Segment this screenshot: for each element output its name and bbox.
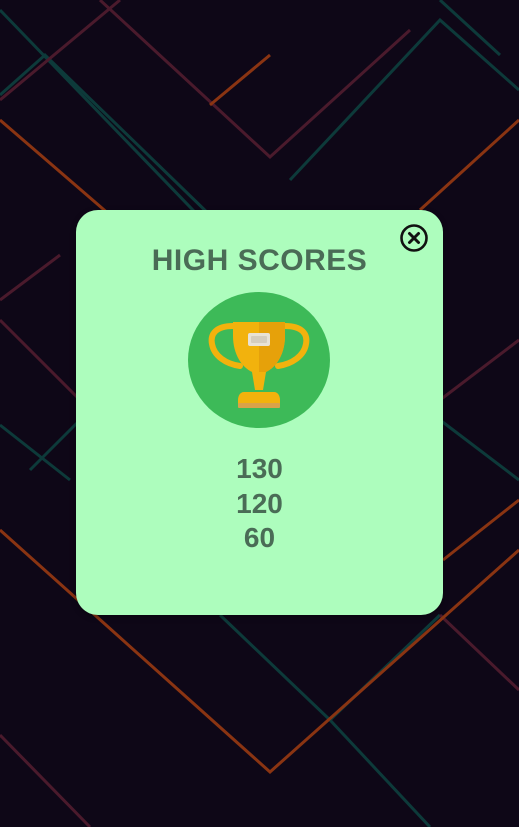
score-entry: 120 — [236, 487, 283, 519]
score-entry: 130 — [236, 453, 283, 484]
high-scores-dialog: HIGH SCORES 130 120 60 — [76, 210, 443, 615]
dialog-title: HIGH SCORES — [151, 244, 368, 277]
trophy-icon — [188, 292, 330, 428]
score-entry: 60 — [243, 522, 276, 553]
score-list: 130 120 60 — [76, 452, 443, 556]
